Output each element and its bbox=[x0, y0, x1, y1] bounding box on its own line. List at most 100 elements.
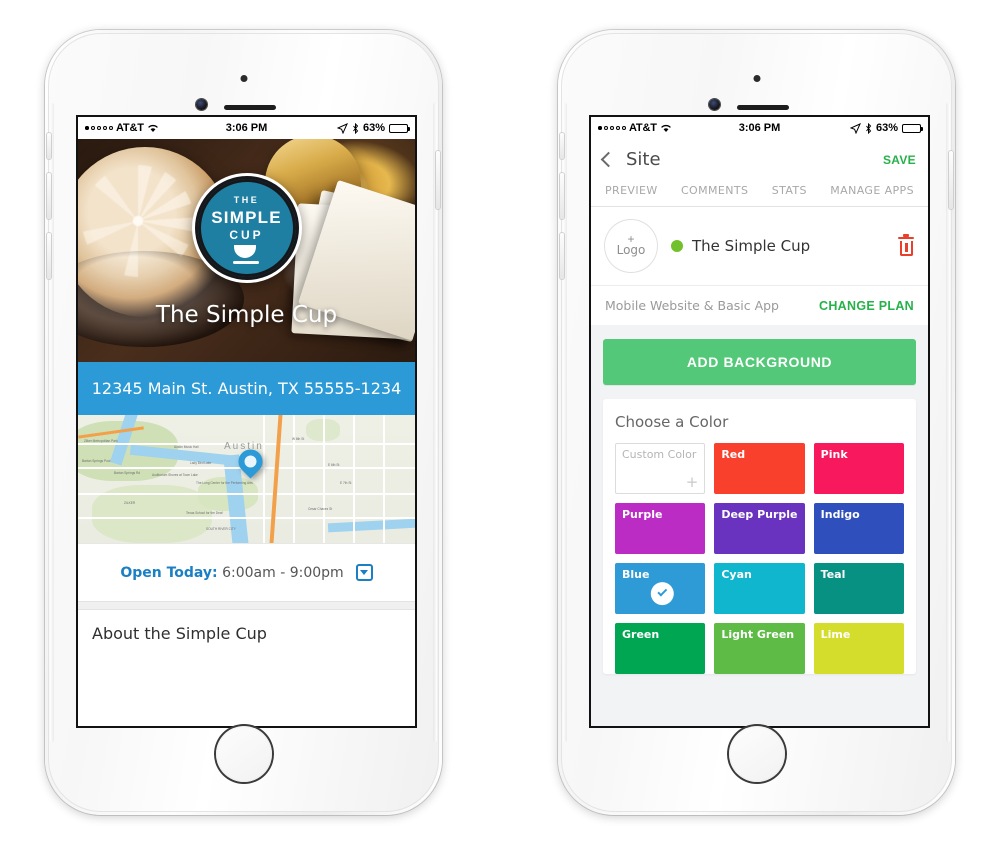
open-hours-text: Open Today: 6:00am - 9:00pm bbox=[120, 565, 343, 581]
map-label: W 6th St bbox=[292, 437, 305, 441]
map-label: Texas School for the Deaf bbox=[186, 511, 223, 515]
badge-line-simple: SIMPLE bbox=[211, 207, 282, 227]
color-swatch-lime[interactable]: Lime bbox=[813, 623, 904, 674]
bluetooth-icon bbox=[866, 122, 872, 134]
front-camera bbox=[709, 99, 720, 110]
trash-icon[interactable] bbox=[898, 234, 914, 256]
chevron-left-icon[interactable] bbox=[600, 151, 617, 168]
map-road bbox=[78, 493, 415, 495]
color-swatch-label: Blue bbox=[622, 568, 650, 581]
map-highway bbox=[269, 415, 283, 543]
color-swatch-deep-purple[interactable]: Deep Purple bbox=[714, 503, 805, 554]
address-bar[interactable]: 12345 Main St. Austin, TX 55555-1234 bbox=[78, 362, 415, 415]
status-bar-left: AT&T 3:06 PM 63% bbox=[78, 117, 415, 139]
tab-manage-apps[interactable]: MANAGE APPS bbox=[830, 184, 914, 197]
about-heading: About the Simple Cup bbox=[92, 624, 267, 643]
map-label: SOUTH RIVER CITY bbox=[206, 527, 236, 531]
change-plan-button[interactable]: CHANGE PLAN bbox=[819, 299, 914, 313]
color-swatch-pink[interactable]: Pink bbox=[813, 443, 904, 494]
map-road bbox=[293, 415, 295, 543]
plus-icon[interactable]: + bbox=[686, 473, 699, 491]
left-phone-screen: AT&T 3:06 PM 63% THE SIMPLE CUP The Simp… bbox=[78, 117, 415, 726]
color-swatch-label: Green bbox=[622, 628, 660, 641]
map-label: E 7th St bbox=[340, 481, 352, 485]
color-swatch-blue[interactable]: Blue bbox=[615, 563, 706, 614]
chevron-down-icon[interactable] bbox=[355, 564, 373, 581]
home-button[interactable] bbox=[215, 726, 272, 782]
right-phone-body: AT&T 3:06 PM 63% Site SAVE PREVIEW COMME… bbox=[560, 33, 953, 812]
color-swatch-label: Light Green bbox=[721, 628, 795, 641]
color-swatch-label: Pink bbox=[820, 448, 848, 461]
ring-switch[interactable] bbox=[560, 133, 564, 159]
volume-down-button[interactable] bbox=[47, 233, 51, 279]
status-bar-right-group: 63% bbox=[336, 122, 410, 134]
battery-percent-label: 63% bbox=[875, 122, 898, 134]
business-name-heading: The Simple Cup bbox=[155, 302, 338, 328]
map-road bbox=[353, 415, 355, 543]
proximity-sensor bbox=[240, 75, 247, 82]
hero-photo: THE SIMPLE CUP The Simple Cup bbox=[78, 139, 415, 362]
open-today-label: Open Today: bbox=[120, 564, 218, 581]
add-logo-button[interactable]: + Logo bbox=[605, 220, 657, 272]
color-swatch-label: Teal bbox=[820, 568, 846, 581]
tab-comments[interactable]: COMMENTS bbox=[681, 184, 748, 197]
site-row: + Logo The Simple Cup bbox=[591, 207, 928, 285]
ring-switch[interactable] bbox=[47, 133, 51, 159]
volume-up-button[interactable] bbox=[47, 173, 51, 219]
color-swatch-label: Red bbox=[721, 448, 746, 461]
map-label: Barton Springs Pool bbox=[82, 459, 111, 463]
color-swatch-label: Deep Purple bbox=[721, 508, 798, 521]
power-button[interactable] bbox=[436, 151, 440, 209]
left-phone-body: AT&T 3:06 PM 63% THE SIMPLE CUP The Simp… bbox=[47, 33, 440, 812]
earpiece-speaker bbox=[737, 105, 789, 110]
page-title: Site bbox=[626, 149, 661, 170]
front-camera bbox=[196, 99, 207, 110]
status-badge bbox=[671, 240, 683, 252]
tab-preview[interactable]: PREVIEW bbox=[605, 184, 658, 197]
add-background-button[interactable]: ADD BACKGROUND bbox=[603, 339, 916, 385]
map-label: Auditorium Shores at Town Lake bbox=[152, 473, 198, 477]
map-label: Austin Music Hall bbox=[174, 445, 199, 449]
site-card: + Logo The Simple Cup Mobile Website & B… bbox=[591, 207, 928, 325]
map-view[interactable]: Austin Zilker Metropolitan Park Austin Mu… bbox=[78, 415, 415, 543]
volume-up-button[interactable] bbox=[560, 173, 564, 219]
save-button[interactable]: SAVE bbox=[883, 153, 916, 167]
proximity-sensor bbox=[753, 75, 760, 82]
color-swatch-label: Cyan bbox=[721, 568, 752, 581]
power-button[interactable] bbox=[949, 151, 953, 209]
color-swatch-green[interactable]: Green bbox=[615, 623, 706, 674]
logo-badge: THE SIMPLE CUP bbox=[191, 173, 302, 283]
right-phone-device: AT&T 3:06 PM 63% Site SAVE PREVIEW COMME… bbox=[558, 30, 955, 815]
badge-line-cup: CUP bbox=[229, 227, 264, 242]
map-road bbox=[383, 415, 385, 543]
color-swatch-custom-color[interactable]: Custom Color + bbox=[615, 443, 706, 494]
color-swatch-light-green[interactable]: Light Green bbox=[714, 623, 805, 674]
app-content: Site SAVE PREVIEW COMMENTS STATS MANAGE … bbox=[591, 139, 928, 726]
color-swatch-teal[interactable]: Teal bbox=[813, 563, 904, 614]
right-phone-screen: AT&T 3:06 PM 63% Site SAVE PREVIEW COMME… bbox=[591, 117, 928, 726]
logo-badge-inner: THE SIMPLE CUP bbox=[197, 179, 296, 277]
home-button[interactable] bbox=[728, 726, 785, 782]
section-divider bbox=[78, 601, 415, 610]
check-icon bbox=[650, 581, 674, 605]
color-swatch-purple[interactable]: Purple bbox=[615, 503, 706, 554]
nav-bar: Site SAVE bbox=[591, 139, 928, 178]
color-swatch-red[interactable]: Red bbox=[714, 443, 805, 494]
volume-down-button[interactable] bbox=[560, 233, 564, 279]
color-picker-card: Choose a Color Custom Color + Red Pink Purpl… bbox=[603, 399, 916, 674]
left-phone-device: AT&T 3:06 PM 63% THE SIMPLE CUP The Simp… bbox=[45, 30, 442, 815]
tab-stats[interactable]: STATS bbox=[772, 184, 807, 197]
battery-icon bbox=[902, 123, 923, 133]
color-swatch-cyan[interactable]: Cyan bbox=[714, 563, 805, 614]
badge-line-the: THE bbox=[233, 194, 260, 205]
site-name-label: The Simple Cup bbox=[692, 237, 811, 255]
open-hours-row[interactable]: Open Today: 6:00am - 9:00pm bbox=[78, 543, 415, 601]
map-label: Lady Bird Lake bbox=[190, 461, 212, 465]
map-label: Zilker Metropolitan Park bbox=[84, 439, 118, 443]
choose-color-heading: Choose a Color bbox=[615, 413, 729, 431]
map-road bbox=[323, 415, 325, 543]
color-swatch-indigo[interactable]: Indigo bbox=[813, 503, 904, 554]
tab-bar: PREVIEW COMMENTS STATS MANAGE APPS bbox=[591, 178, 928, 207]
location-arrow-icon bbox=[849, 122, 861, 134]
location-arrow-icon bbox=[336, 122, 348, 134]
